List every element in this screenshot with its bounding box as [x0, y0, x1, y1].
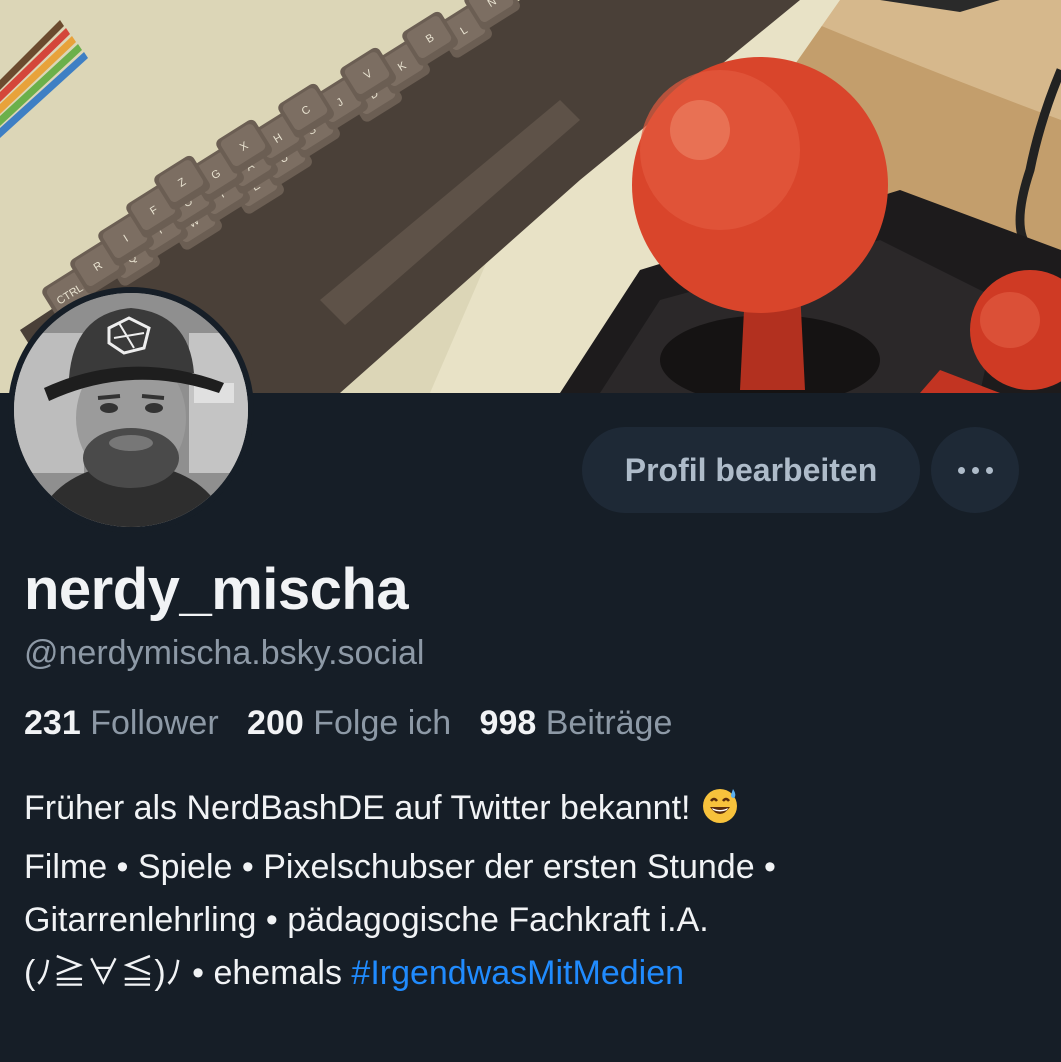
bio-line-1: Früher als NerdBashDE auf Twitter bekann…	[24, 789, 691, 827]
edit-profile-button[interactable]: Profil bearbeiten	[582, 427, 920, 513]
edit-profile-label: Profil bearbeiten	[624, 451, 878, 488]
hashtag-link[interactable]: #IrgendwasMitMedien	[351, 954, 684, 992]
followers-label: Follower	[90, 704, 219, 742]
more-options-button[interactable]	[931, 427, 1019, 513]
bio-line: Früher als NerdBashDE auf Twitter bekann…	[24, 782, 1034, 841]
posts-count: 998	[479, 704, 537, 742]
bio-line-4: (ﾉ≧∀≦)ﾉ • ehemals #IrgendwasMitMedien	[24, 947, 1034, 1000]
following-label: Folge ich	[313, 704, 452, 742]
posts-label: Beiträge	[545, 704, 673, 742]
bio-line-3: Gitarrenlehrling • pädagogische Fachkraf…	[24, 901, 709, 939]
avatar[interactable]	[8, 287, 254, 533]
following-count: 200	[247, 704, 304, 742]
profile-handle: @nerdymischa.bsky.social	[24, 634, 425, 672]
display-name: nerdy_mischa	[24, 557, 409, 622]
followers-link[interactable]: 231 Follower	[24, 704, 228, 742]
posts-stat: 998 Beiträge	[480, 704, 673, 742]
avatar-image	[14, 293, 248, 527]
smiling-face-with-sweat-icon	[700, 785, 740, 841]
profile-stats: 231 Follower 200 Folge ich 998 Beiträge	[24, 704, 672, 743]
ellipsis-icon	[957, 466, 993, 474]
profile-bio: Früher als NerdBashDE auf Twitter bekann…	[24, 782, 1034, 1000]
followers-count: 231	[24, 704, 81, 742]
bio-line-4-text: (ﾉ≧∀≦)ﾉ • ehemals	[24, 954, 352, 992]
following-link[interactable]: 200 Folge ich	[247, 704, 461, 742]
bio-line-2: Filme • Spiele • Pixelschubser der erste…	[24, 848, 776, 886]
